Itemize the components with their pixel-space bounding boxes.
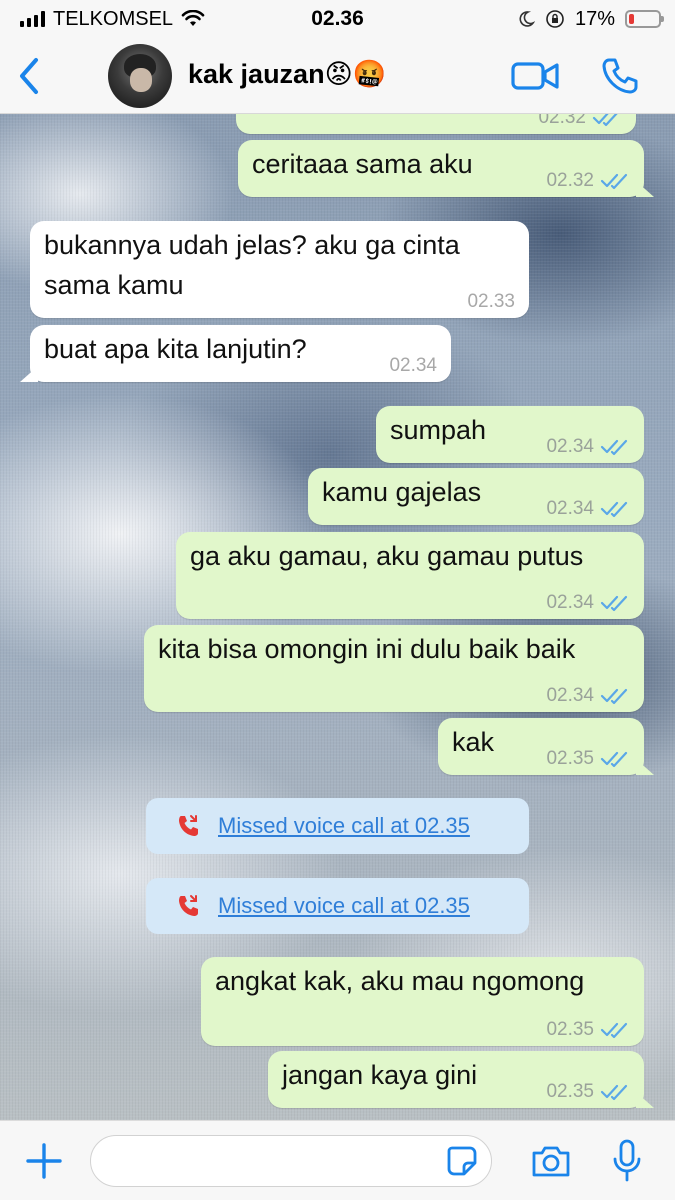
message-text: buat apa kita lanjutin? [44, 334, 307, 364]
battery-percent: 17% [574, 7, 615, 30]
read-ticks-icon [592, 114, 618, 127]
message-out[interactable]: ceritaaa sama aku 02.32 [238, 140, 654, 197]
plus-icon[interactable] [24, 1141, 64, 1181]
message-meta: 02.34 [546, 497, 630, 521]
message-text: angkat kak, aku mau ngomong [215, 966, 585, 996]
chat-header: kak jauzan😡🤬 [0, 38, 675, 114]
message-meta: 02.35 [546, 747, 630, 771]
message-in[interactable]: buat apa kita lanjutin? 02.34 [20, 325, 451, 382]
read-ticks-icon [600, 595, 628, 612]
message-text: sumpah [390, 415, 487, 445]
chat-area[interactable]: 02.32 ceritaaa sama aku 02.32 bukannya u… [0, 114, 675, 1120]
message-out[interactable]: jangan kaya gini 02.35 [268, 1051, 654, 1108]
message-out[interactable]: kita bisa omongin ini dulu baik baik 02.… [144, 625, 644, 712]
message-meta: 02.35 [546, 1080, 630, 1104]
message-time: 02.34 [546, 436, 594, 457]
message-time: 02.34 [546, 685, 594, 706]
message-text: kamu gajelas [322, 477, 482, 507]
message-text-line: sama kamu [44, 270, 184, 300]
missed-call-icon [179, 815, 198, 836]
message-meta: 02.34 [546, 435, 630, 459]
contact-name[interactable]: kak jauzan😡🤬 [188, 58, 386, 90]
contact-name-text: kak jauzan [188, 59, 325, 89]
message-text-line: bukannya udah jelas? aku ga cinta [44, 230, 460, 260]
read-ticks-icon [600, 751, 628, 768]
message-meta: 02.33 [467, 290, 515, 314]
read-ticks-icon [600, 1022, 628, 1039]
missed-call-icon [179, 895, 198, 916]
read-ticks-icon [600, 688, 628, 705]
read-ticks-icon [600, 173, 628, 190]
video-call-icon[interactable] [510, 58, 560, 94]
camera-icon[interactable] [530, 1143, 572, 1179]
message-text: kak [452, 727, 495, 757]
message-meta: 02.34 [546, 684, 630, 708]
missed-call-notice[interactable]: Missed voice call at 02.35 [146, 798, 529, 854]
message-time: 02.35 [546, 1019, 594, 1040]
avatar[interactable] [108, 44, 172, 108]
message-time: 02.34 [546, 498, 594, 519]
status-bar: TELKOMSEL 02.36 17% [0, 0, 675, 38]
message-text: ga aku gamau, aku gamau putus [190, 541, 584, 571]
message-in[interactable]: bukannya udah jelas? aku ga cinta sama k… [30, 221, 529, 318]
message-out[interactable]: kamu gajelas 02.34 [308, 468, 644, 525]
status-right: 17% [517, 7, 664, 31]
message-text: jangan kaya gini [282, 1060, 478, 1090]
message-out[interactable]: angkat kak, aku mau ngomong 02.35 [201, 957, 644, 1046]
message-text: kita bisa omongin ini dulu baik baik [158, 634, 576, 664]
sticker-icon[interactable] [446, 1145, 478, 1177]
message-out[interactable]: ga aku gamau, aku gamau putus 02.34 [176, 532, 644, 619]
message-meta: 02.34 [389, 354, 437, 378]
read-ticks-icon [600, 1084, 628, 1101]
input-bar [0, 1120, 675, 1200]
message-meta: 02.32 [546, 169, 630, 193]
message-meta: 02.35 [546, 1018, 630, 1042]
message-input[interactable] [90, 1135, 492, 1187]
microphone-icon[interactable] [612, 1139, 642, 1183]
read-ticks-icon [600, 439, 628, 456]
contact-emoji: 😡🤬 [324, 59, 387, 89]
battery-level [629, 14, 634, 24]
voice-call-icon[interactable] [600, 56, 640, 96]
message-out[interactable]: 02.32 [236, 114, 636, 134]
back-icon[interactable] [14, 54, 44, 98]
read-ticks-icon [600, 501, 628, 518]
message-time: 02.34 [389, 355, 437, 376]
missed-call-notice[interactable]: Missed voice call at 02.35 [146, 878, 529, 934]
orientation-lock-icon [546, 10, 564, 28]
message-time: 02.33 [467, 291, 515, 312]
message-meta: 02.34 [546, 591, 630, 615]
missed-call-text[interactable]: Missed voice call at 02.35 [218, 893, 470, 919]
message-time: 02.34 [546, 592, 594, 613]
message-out[interactable]: sumpah 02.34 [376, 406, 644, 463]
message-time: 02.32 [538, 114, 586, 128]
message-out[interactable]: kak 02.35 [438, 718, 654, 775]
message-text: ceritaaa sama aku [252, 149, 473, 179]
message-time: 02.35 [546, 1081, 594, 1102]
missed-call-text[interactable]: Missed voice call at 02.35 [218, 813, 470, 839]
message-time: 02.32 [546, 170, 594, 191]
message-meta: 02.32 [538, 114, 622, 130]
battery-icon [625, 10, 664, 28]
message-time: 02.35 [546, 748, 594, 769]
moon-icon [519, 11, 535, 27]
